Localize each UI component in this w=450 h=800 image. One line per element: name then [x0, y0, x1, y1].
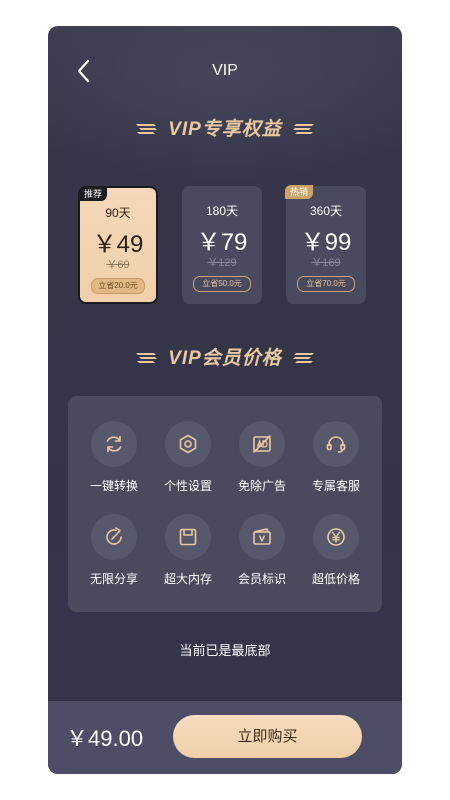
plan-savings-badge: 立省50.0元 [193, 276, 251, 292]
benefits-title: VIP专享权益 [168, 119, 282, 140]
plan-original-price: ￥129 [207, 257, 237, 269]
headset-icon [326, 436, 346, 453]
feature-label: 专属客服 [311, 479, 360, 493]
nav-bar: VIP [48, 26, 402, 114]
vip-screen: VIP VIP专享权益 推荐 90天 ￥49 ￥69 立省20.0元 180天 … [48, 26, 402, 774]
plan-badge: 推荐 [79, 187, 108, 201]
wing-left-icon [136, 352, 158, 363]
refresh-icon [106, 435, 122, 453]
wing-right-icon [292, 352, 314, 363]
feature-label: 超大内存 [163, 572, 212, 586]
feature-label: 超低价格 [311, 572, 360, 586]
plan-savings-badge: 立省20.0元 [91, 278, 145, 294]
no-ads-icon [253, 435, 271, 453]
feature-share[interactable]: 无限分享 [78, 514, 150, 587]
feature-vip-badge[interactable]: 会员标识 [226, 514, 298, 587]
plan-card-360[interactable]: 热销 360天 ￥99 ￥169 立省70.0元 [285, 185, 366, 304]
yen-coin-icon [327, 528, 345, 546]
plan-price: ￥79 [196, 229, 248, 256]
benefits-heading: VIP专享权益 [48, 114, 402, 141]
plan-original-price: ￥169 [311, 257, 341, 269]
total-price: ￥49.00 [66, 726, 144, 751]
feature-grid: 一键转换 个性设置 免除广告 专属客服 无限分享 超大内存 会员标识 超低价格 [68, 396, 382, 612]
feature-convert[interactable]: 一键转换 [78, 421, 150, 494]
feature-no-ads[interactable]: 免除广告 [226, 421, 298, 494]
feature-settings[interactable]: 个性设置 [152, 421, 224, 494]
plan-savings-badge: 立省70.0元 [297, 276, 355, 292]
storage-icon [179, 528, 197, 546]
purchase-bar: ￥49.00 立即购买 [48, 701, 402, 774]
plan-badge: 热销 [285, 185, 314, 199]
wing-right-icon [292, 123, 314, 134]
plan-days: 180天 [205, 204, 239, 218]
buy-now-button[interactable]: 立即购买 [173, 715, 362, 758]
feature-label: 会员标识 [237, 572, 286, 586]
plan-days: 360天 [309, 204, 343, 218]
settings-hex-icon [179, 434, 197, 454]
plan-list: 推荐 90天 ￥49 ￥69 立省20.0元 180天 ￥79 ￥129 立省5… [78, 185, 372, 308]
feature-label: 一键转换 [89, 479, 138, 493]
feature-label: 个性设置 [163, 479, 212, 493]
plan-days: 90天 [105, 206, 131, 220]
feature-label: 无限分享 [89, 572, 138, 586]
feature-storage[interactable]: 超大内存 [152, 514, 224, 587]
end-of-list-note: 当前已是最底部 [179, 643, 271, 658]
vip-badge-icon [253, 528, 271, 545]
plan-card-90[interactable]: 推荐 90天 ￥49 ￥69 立省20.0元 [78, 186, 158, 304]
price-heading: VIP会员价格 [48, 343, 402, 370]
share-arrow-icon [106, 527, 122, 545]
plan-original-price: ￥69 [106, 259, 130, 271]
plan-card-180[interactable]: 180天 ￥79 ￥129 立省50.0元 [182, 186, 262, 304]
feature-low-price[interactable]: 超低价格 [300, 514, 372, 587]
feature-label: 免除广告 [237, 479, 286, 493]
wing-left-icon [136, 123, 158, 134]
plan-price: ￥99 [300, 229, 352, 256]
price-title: VIP会员价格 [168, 348, 282, 369]
page-title: VIP [212, 62, 238, 79]
plan-price: ￥49 [92, 231, 144, 258]
feature-support[interactable]: 专属客服 [300, 421, 372, 494]
